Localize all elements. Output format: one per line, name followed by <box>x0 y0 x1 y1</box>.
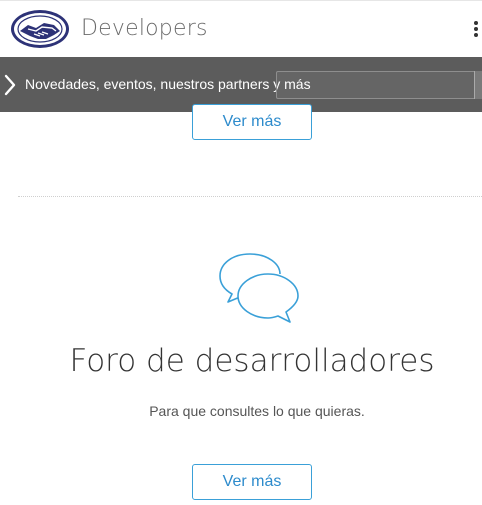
chevron-right-icon[interactable] <box>3 74 17 96</box>
search-button[interactable] <box>474 71 482 99</box>
subnav-text[interactable]: Novedades, eventos, nuestros partners y … <box>25 76 311 92</box>
top-header: Developers <box>0 0 482 57</box>
forum-subtitle: Para que consultes lo que quieras. <box>149 403 365 419</box>
chat-bubbles-icon <box>214 246 300 326</box>
section-divider <box>18 196 482 197</box>
ver-mas-button-forum[interactable]: Ver más <box>192 464 312 500</box>
search-input[interactable] <box>276 71 476 99</box>
brand-name[interactable]: Developers <box>81 16 208 41</box>
kebab-menu-icon[interactable] <box>474 21 482 39</box>
ver-mas-button-previous[interactable]: Ver más <box>192 104 312 140</box>
forum-title: Foro de desarrolladores <box>69 343 435 379</box>
handshake-logo-icon[interactable] <box>10 9 70 49</box>
